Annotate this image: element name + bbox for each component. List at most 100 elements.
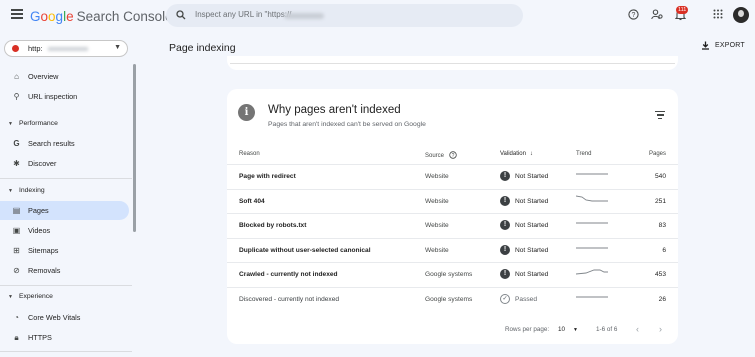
sidebar-item-sitemaps[interactable]: ⊞ Sitemaps	[0, 241, 129, 260]
sidebar-item-removals[interactable]: ⊘ Removals	[0, 261, 129, 280]
asterisk-icon: ✱	[13, 159, 20, 168]
sidebar-item-pages[interactable]: ▤ Pages	[0, 201, 129, 220]
table-header: Reason Source? Validation ↓ Trend Pages	[227, 149, 678, 163]
card-title: Why pages aren't indexed	[268, 104, 401, 116]
row-reason: Crawled - currently not indexed	[239, 271, 338, 278]
row-reason: Discovered - currently not indexed	[239, 295, 340, 303]
check-circle-icon: ✓	[500, 293, 510, 304]
home-icon: ⌂	[14, 72, 19, 81]
svg-text:?: ?	[452, 153, 455, 159]
previous-page-icon[interactable]: ‹	[636, 324, 639, 334]
google-g-icon: G	[13, 139, 20, 148]
row-pages-count: 540	[654, 173, 666, 180]
collapse-icon: ▼	[8, 121, 13, 127]
rows-per-page-select[interactable]: 10 ▼	[558, 326, 578, 333]
url-inspection-search[interactable]: Inspect any URL in "https://	[166, 4, 523, 27]
sidebar-item-videos[interactable]: ▣ Videos	[0, 221, 129, 240]
row-pages-count: 83	[658, 222, 666, 229]
column-trend[interactable]: Trend	[576, 151, 591, 157]
column-pages[interactable]: Pages	[649, 151, 666, 157]
property-selector[interactable]: http: ▼	[4, 40, 128, 57]
help-icon[interactable]: ?	[449, 151, 457, 159]
table-row[interactable]: Duplicate without user-selected canonica…	[227, 237, 678, 263]
notification-badge: 111	[676, 6, 689, 14]
row-pages-count: 251	[654, 197, 666, 205]
top-bar: Google Search Console Inspect any URL in …	[0, 0, 755, 34]
download-icon	[702, 41, 709, 50]
row-source: Google systems	[425, 295, 473, 303]
sidebar-item-https[interactable]: 🔒︎ HTTPS	[0, 328, 129, 347]
card-subtitle: Pages that aren't indexed can't be serve…	[268, 121, 426, 128]
row-source: Google systems	[425, 271, 473, 278]
row-reason: Page with redirect	[239, 173, 296, 180]
export-button[interactable]: EXPORT	[701, 41, 745, 50]
next-page-icon[interactable]: ›	[659, 324, 662, 334]
gauge-icon: ◔	[14, 313, 19, 322]
sidebar-item-discover[interactable]: ✱ Discover	[0, 154, 129, 173]
search-icon	[176, 10, 186, 20]
row-reason: Duplicate without user-selected canonica…	[239, 246, 371, 254]
chevron-down-icon: ▼	[573, 327, 578, 333]
blurred-url	[284, 13, 324, 19]
trend-sparkline	[576, 269, 608, 275]
trend-sparkline	[576, 173, 608, 175]
trend-sparkline	[576, 247, 608, 248]
column-reason[interactable]: Reason	[239, 151, 260, 157]
rows-per-page-label: Rows per page:	[505, 326, 550, 333]
alert-circle-icon: !	[500, 269, 510, 279]
property-icon	[12, 45, 19, 52]
svg-text:?: ?	[632, 12, 636, 19]
removals-icon: ⊘	[13, 266, 20, 275]
column-validation[interactable]: Validation ↓	[500, 151, 533, 157]
sidebar-item-core-web-vitals[interactable]: ◔ Core Web Vitals	[0, 308, 129, 327]
section-indexing[interactable]: ▼ Indexing	[8, 187, 45, 194]
sidebar-item-search-results[interactable]: G Search results	[0, 134, 129, 153]
menu-icon[interactable]	[11, 9, 23, 19]
table-row[interactable]: Soft 404 Website! Not Started 251	[227, 188, 678, 214]
section-performance[interactable]: ▼ Performance	[8, 120, 58, 127]
row-source: Website	[425, 222, 449, 229]
table-row[interactable]: Page with redirect Website! Not Started 540	[227, 164, 678, 189]
section-experience[interactable]: ▼ Experience	[8, 293, 53, 300]
collapse-icon: ▼	[8, 188, 13, 194]
search-icon: ⚲	[13, 92, 20, 101]
trend-sparkline	[576, 195, 608, 201]
table-row[interactable]: Discovered - currently not indexed Google…	[227, 286, 678, 312]
row-pages-count: 26	[658, 295, 666, 303]
apps-grid-icon[interactable]	[713, 9, 723, 19]
help-icon[interactable]: ?	[628, 9, 639, 20]
row-source: Website	[425, 197, 449, 205]
search-input[interactable]: Inspect any URL in "https://	[195, 10, 291, 19]
filter-icon[interactable]	[655, 111, 665, 121]
page-range: 1-6 of 6	[596, 326, 618, 333]
alert-circle-icon: !	[500, 220, 510, 230]
collapse-icon: ▼	[8, 294, 13, 300]
manage-users-icon[interactable]	[651, 9, 663, 20]
sidebar-item-overview[interactable]: ⌂ Overview	[0, 67, 129, 86]
app-name: Search Console	[76, 9, 173, 24]
why-not-indexed-card: i Why pages aren't indexed Pages that ar…	[227, 89, 678, 344]
trend-sparkline	[576, 222, 608, 224]
alert-circle-icon: !	[500, 171, 510, 181]
sort-arrow-icon: ↓	[529, 151, 533, 157]
table-row[interactable]: Blocked by robots.txt Website! Not Started…	[227, 213, 678, 238]
sitemap-icon: ⊞	[13, 246, 20, 255]
info-icon: i	[238, 104, 255, 121]
row-pages-count: 453	[654, 271, 666, 278]
chevron-down-icon: ▼	[114, 44, 121, 51]
alert-circle-icon: !	[500, 195, 510, 206]
column-source[interactable]: Source?	[425, 151, 457, 159]
row-source: Website	[425, 173, 449, 180]
alert-circle-icon: !	[500, 244, 510, 255]
row-pages-count: 6	[662, 246, 666, 254]
app-logo[interactable]: Google Search Console	[30, 9, 173, 24]
sidebar-scrollbar[interactable]	[133, 64, 136, 232]
lock-icon: 🔒︎	[14, 333, 19, 342]
account-avatar[interactable]	[733, 7, 749, 23]
table-row[interactable]: Crawled - currently not indexed Google sy…	[227, 262, 678, 287]
page-title: Page indexing	[169, 42, 236, 54]
row-reason: Soft 404	[239, 197, 265, 205]
property-label: http:	[28, 44, 43, 53]
row-reason: Blocked by robots.txt	[239, 222, 307, 229]
sidebar-item-url-inspection[interactable]: ⚲ URL inspection	[0, 87, 129, 106]
